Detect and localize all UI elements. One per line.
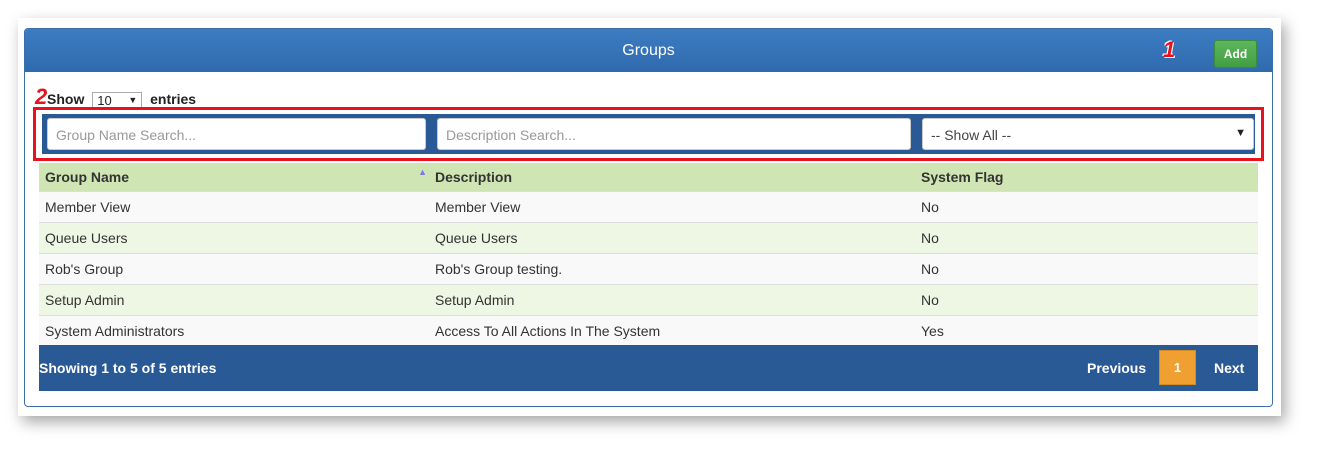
- callout-1: 1: [1163, 37, 1176, 62]
- cell-group-name: Setup Admin: [39, 283, 429, 315]
- cell-description: Member View: [429, 190, 915, 222]
- groups-panel: Groups Add 1 2 Show 10 ▼ entries Group N…: [24, 28, 1273, 407]
- screenshot-frame: Groups Add 1 2 Show 10 ▼ entries Group N…: [18, 18, 1281, 416]
- sort-ascending-icon: ▲: [418, 167, 427, 177]
- filter-highlight: Group Name Search... Description Search.…: [33, 107, 1264, 161]
- chevron-down-icon: ▼: [128, 94, 138, 105]
- entries-per-page-value: 10: [97, 92, 112, 108]
- column-header-label: System Flag: [921, 168, 1004, 185]
- description-search-input[interactable]: Description Search...: [437, 118, 911, 150]
- column-header-group-name[interactable]: Group Name ▲: [39, 163, 429, 191]
- cell-group-name: Queue Users: [39, 221, 429, 253]
- groups-table: Group Name ▲ Description System Flag Mem…: [39, 163, 1258, 346]
- cell-group-name: Rob's Group: [39, 252, 429, 284]
- cell-system-flag: No: [915, 190, 1258, 222]
- cell-description: Rob's Group testing.: [429, 252, 915, 284]
- table-row[interactable]: Member View Member View No: [39, 190, 1258, 222]
- chevron-down-icon: ▼: [1235, 127, 1246, 139]
- column-header-label: Description: [435, 168, 513, 185]
- cell-system-flag: No: [915, 221, 1258, 253]
- current-page-button[interactable]: 1: [1159, 350, 1196, 385]
- group-name-search-input[interactable]: Group Name Search...: [47, 118, 426, 150]
- table-row[interactable]: Setup Admin Setup Admin No: [39, 283, 1258, 315]
- column-header-label: Group Name: [45, 168, 130, 185]
- table-info: Showing 1 to 5 of 5 entries: [39, 360, 217, 376]
- cell-system-flag: No: [915, 252, 1258, 284]
- cell-description: Setup Admin: [429, 283, 915, 315]
- previous-page-button[interactable]: Previous: [1087, 360, 1146, 376]
- cell-description: Access To All Actions In The System: [429, 314, 915, 346]
- cell-description: Queue Users: [429, 221, 915, 253]
- system-flag-filter-select[interactable]: -- Show All -- ▼: [922, 118, 1254, 150]
- table-footer: Showing 1 to 5 of 5 entries Previous 1 N…: [39, 345, 1258, 391]
- column-header-description[interactable]: Description: [429, 163, 915, 191]
- cell-group-name: System Administrators: [39, 314, 429, 346]
- add-button[interactable]: Add: [1214, 40, 1257, 68]
- system-flag-filter-value: -- Show All --: [931, 127, 1012, 143]
- table-header-row: Group Name ▲ Description System Flag: [39, 163, 1258, 191]
- cell-system-flag: Yes: [915, 314, 1258, 346]
- column-header-system-flag[interactable]: System Flag: [915, 163, 1258, 191]
- table-row[interactable]: System Administrators Access To All Acti…: [39, 314, 1258, 346]
- next-page-button[interactable]: Next: [1214, 360, 1244, 376]
- panel-header: Groups Add: [25, 29, 1272, 72]
- length-suffix: entries: [150, 91, 197, 107]
- table-row[interactable]: Queue Users Queue Users No: [39, 221, 1258, 253]
- table-row[interactable]: Rob's Group Rob's Group testing. No: [39, 252, 1258, 284]
- filter-row: Group Name Search... Description Search.…: [42, 114, 1255, 154]
- length-prefix: Show: [47, 91, 85, 107]
- cell-group-name: Member View: [39, 190, 429, 222]
- page-title: Groups: [622, 42, 675, 59]
- cell-system-flag: No: [915, 283, 1258, 315]
